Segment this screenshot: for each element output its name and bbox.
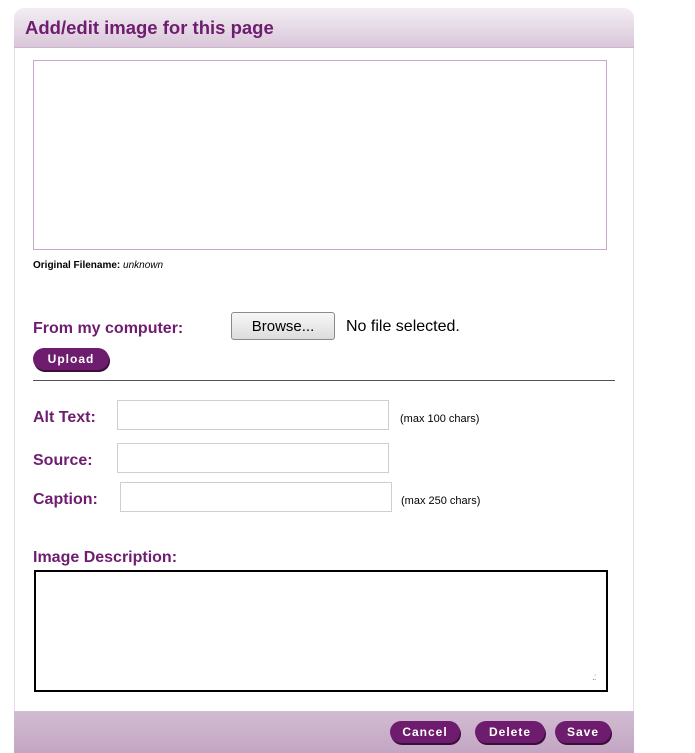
- original-filename: Original Filename: unknown: [33, 260, 163, 271]
- alt-text-input[interactable]: [117, 400, 389, 430]
- alt-text-hint: (max 100 chars): [400, 413, 480, 425]
- image-preview-area: [33, 60, 607, 250]
- dialog-title: Add/edit image for this page: [25, 17, 274, 38]
- source-label: Source:: [33, 452, 93, 469]
- upload-button[interactable]: Upload: [33, 348, 109, 370]
- dialog-titlebar: Add/edit image for this page: [14, 8, 634, 48]
- dialog-footer: Cancel Delete Save: [14, 711, 634, 753]
- caption-input[interactable]: [120, 482, 392, 512]
- file-status-text: No file selected.: [346, 318, 460, 335]
- source-input[interactable]: [117, 443, 389, 473]
- section-divider: [33, 380, 615, 381]
- from-computer-label: From my computer:: [33, 320, 184, 337]
- original-filename-value: unknown: [123, 260, 164, 271]
- browse-button[interactable]: Browse...: [231, 312, 335, 340]
- cancel-button[interactable]: Cancel: [390, 721, 460, 743]
- resize-grip-icon[interactable]: .:: [592, 673, 596, 683]
- delete-button[interactable]: Delete: [475, 721, 545, 743]
- original-filename-label: Original Filename:: [33, 260, 121, 271]
- dialog-body: Original Filename: unknown From my compu…: [14, 48, 634, 711]
- caption-hint: (max 250 chars): [401, 495, 481, 507]
- image-description-label: Image Description:: [33, 549, 178, 566]
- caption-label: Caption:: [33, 491, 98, 508]
- alt-text-label: Alt Text:: [33, 409, 96, 426]
- image-description-textarea[interactable]: [34, 570, 608, 692]
- image-edit-dialog: Add/edit image for this page Original Fi…: [14, 8, 634, 753]
- save-button[interactable]: Save: [555, 721, 611, 743]
